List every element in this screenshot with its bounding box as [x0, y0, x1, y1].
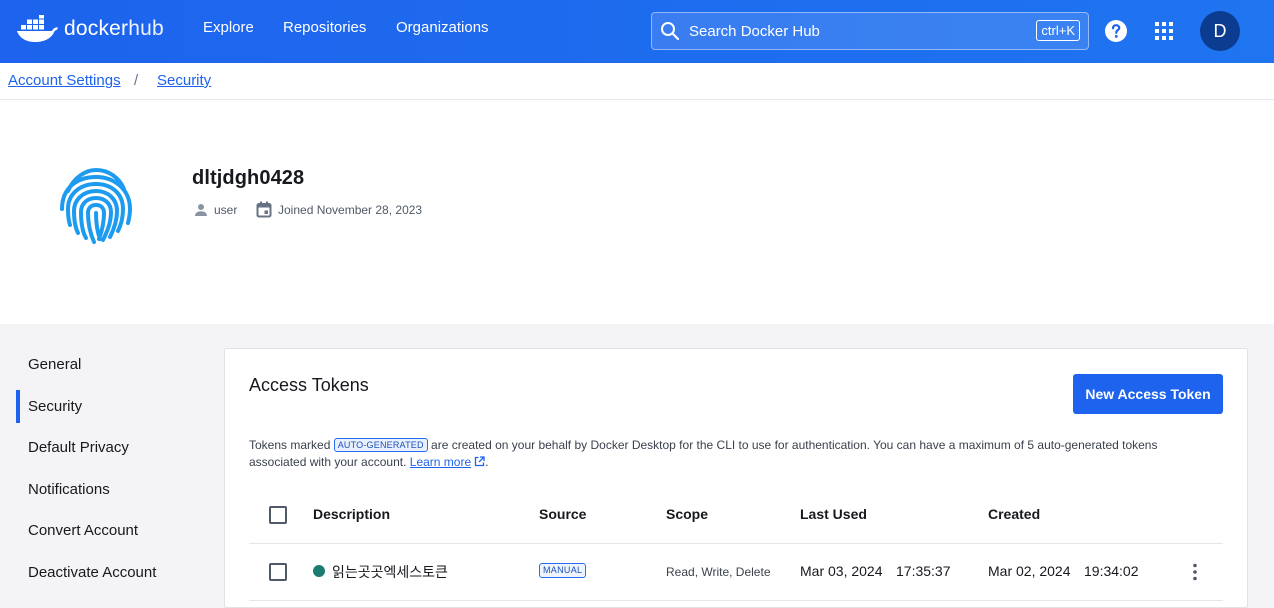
- profile-joined-date: Joined November 28, 2023: [278, 203, 423, 217]
- nav-repositories[interactable]: Repositories: [283, 19, 366, 36]
- calendar-icon: [256, 201, 272, 218]
- token-created-date: Mar 02, 2024: [988, 563, 1071, 579]
- docker-whale-icon: [17, 15, 58, 42]
- select-all-checkbox[interactable]: [269, 506, 287, 524]
- token-active-status-dot: [313, 565, 325, 577]
- access-tokens-info: Tokens marked AUTO-GENERATED are created…: [249, 437, 1209, 471]
- sidebar-item-general[interactable]: General: [28, 356, 81, 373]
- apps-grid-icon[interactable]: [1153, 20, 1175, 42]
- search-input[interactable]: [689, 21, 1019, 41]
- breadcrumb: Account Settings / Security: [0, 63, 1274, 100]
- user-avatar[interactable]: D: [1200, 11, 1240, 51]
- token-last-used-date: Mar 03, 2024: [800, 563, 883, 579]
- breadcrumb-account-settings[interactable]: Account Settings: [8, 72, 121, 89]
- column-header-scope[interactable]: Scope: [666, 506, 708, 522]
- column-header-created[interactable]: Created: [988, 506, 1040, 522]
- sidebar-item-deactivate-account[interactable]: Deactivate Account: [28, 564, 156, 581]
- nav-explore[interactable]: Explore: [203, 19, 254, 36]
- token-source-badge: MANUAL: [539, 563, 587, 578]
- fingerprint-icon: [60, 167, 133, 244]
- column-header-source[interactable]: Source: [539, 506, 586, 522]
- column-header-last-used[interactable]: Last Used: [800, 506, 867, 522]
- search-shortcut-hint: ctrl+K: [1036, 20, 1080, 41]
- token-scope: Read, Write, Delete: [666, 565, 771, 579]
- search-icon: [661, 22, 680, 41]
- sidebar-active-indicator: [16, 390, 20, 423]
- sidebar-item-convert-account[interactable]: Convert Account: [28, 522, 138, 539]
- token-description[interactable]: 읽는곳곳엑세스토큰: [332, 562, 448, 582]
- learn-more-link[interactable]: Learn more: [410, 455, 471, 469]
- access-tokens-card: Access Tokens New Access Token Tokens ma…: [224, 348, 1248, 608]
- column-header-description[interactable]: Description: [313, 506, 390, 522]
- profile-role: user: [214, 203, 238, 217]
- docker-hub-logo[interactable]: dockerhub: [16, 15, 164, 43]
- user-icon: [195, 204, 207, 216]
- profile-header: dltjdgh0428 user Joined November 28, 202…: [0, 100, 1274, 324]
- access-tokens-title: Access Tokens: [249, 375, 369, 395]
- sidebar-item-default-privacy[interactable]: Default Privacy: [28, 439, 129, 456]
- top-navbar: dockerhub Explore Repositories Organizat…: [0, 0, 1274, 63]
- logo-text: dockerhub: [64, 17, 164, 40]
- auto-generated-badge: AUTO-GENERATED: [333, 438, 428, 452]
- sidebar-item-notifications[interactable]: Notifications: [28, 481, 110, 498]
- help-icon[interactable]: [1104, 19, 1128, 43]
- row-select-checkbox[interactable]: [269, 563, 287, 581]
- token-last-used-time: 17:35:37: [896, 563, 951, 579]
- profile-username: dltjdgh0428: [192, 167, 305, 189]
- info-text-suffix: .: [485, 455, 489, 469]
- table-divider: [249, 543, 1223, 544]
- search-box[interactable]: ctrl+K: [651, 12, 1089, 50]
- sidebar-item-security[interactable]: Security: [28, 398, 82, 415]
- more-options-icon[interactable]: [1189, 562, 1201, 582]
- external-link-icon[interactable]: [474, 456, 485, 467]
- info-text-prefix: Tokens marked: [249, 438, 331, 452]
- nav-organizations[interactable]: Organizations: [396, 19, 489, 36]
- token-created-time: 19:34:02: [1084, 563, 1139, 579]
- new-access-token-button[interactable]: New Access Token: [1073, 374, 1223, 414]
- breadcrumb-separator: /: [134, 72, 139, 89]
- breadcrumb-security[interactable]: Security: [157, 72, 211, 89]
